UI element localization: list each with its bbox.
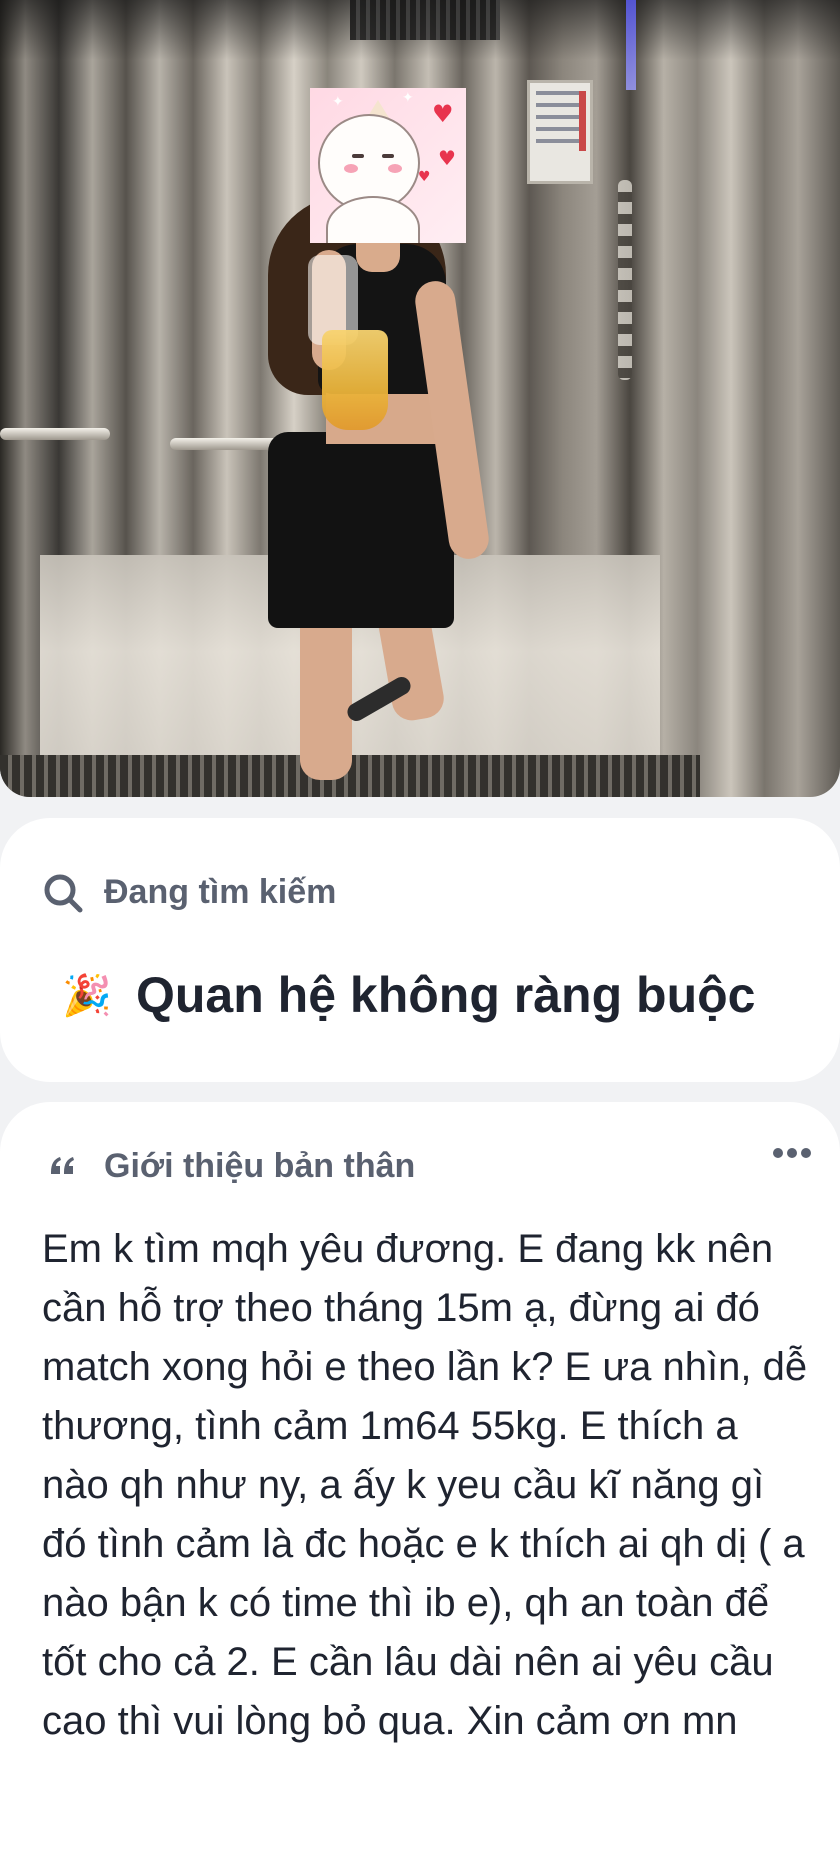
looking-for-card <box>0 818 840 1082</box>
more-horizontal-icon <box>773 1148 783 1158</box>
search-icon <box>44 874 83 913</box>
photo-elevator-buttons <box>618 180 632 380</box>
looking-for-value: Quan hệ không ràng buộc <box>136 967 756 1023</box>
looking-for-label: Đang tìm kiếm <box>104 873 337 911</box>
intro-text: Em k tìm mqh yêu đương. E đang kk nên cầ… <box>42 1227 808 1743</box>
intro-label: Giới thiệu bản thân <box>104 1147 416 1185</box>
heart-icon: ♥ <box>432 100 454 128</box>
party-popper-icon: 🎉 <box>62 973 112 1019</box>
heart-icon: ♥ <box>418 169 431 185</box>
photo-handrail-left <box>0 428 110 440</box>
photo-elevator-notice <box>527 80 593 184</box>
face-cover-sticker: ♥ ♥ ♥ ✦ ✦ <box>310 88 466 243</box>
quote-icon <box>51 1157 74 1174</box>
heart-icon: ♥ <box>438 146 456 170</box>
profile-photo[interactable]: ♥ ♥ ♥ ✦ ✦ <box>0 0 840 797</box>
photo-ceiling-light <box>350 0 500 40</box>
photo-panel-light <box>626 0 636 90</box>
more-options-button[interactable] <box>770 1138 814 1168</box>
